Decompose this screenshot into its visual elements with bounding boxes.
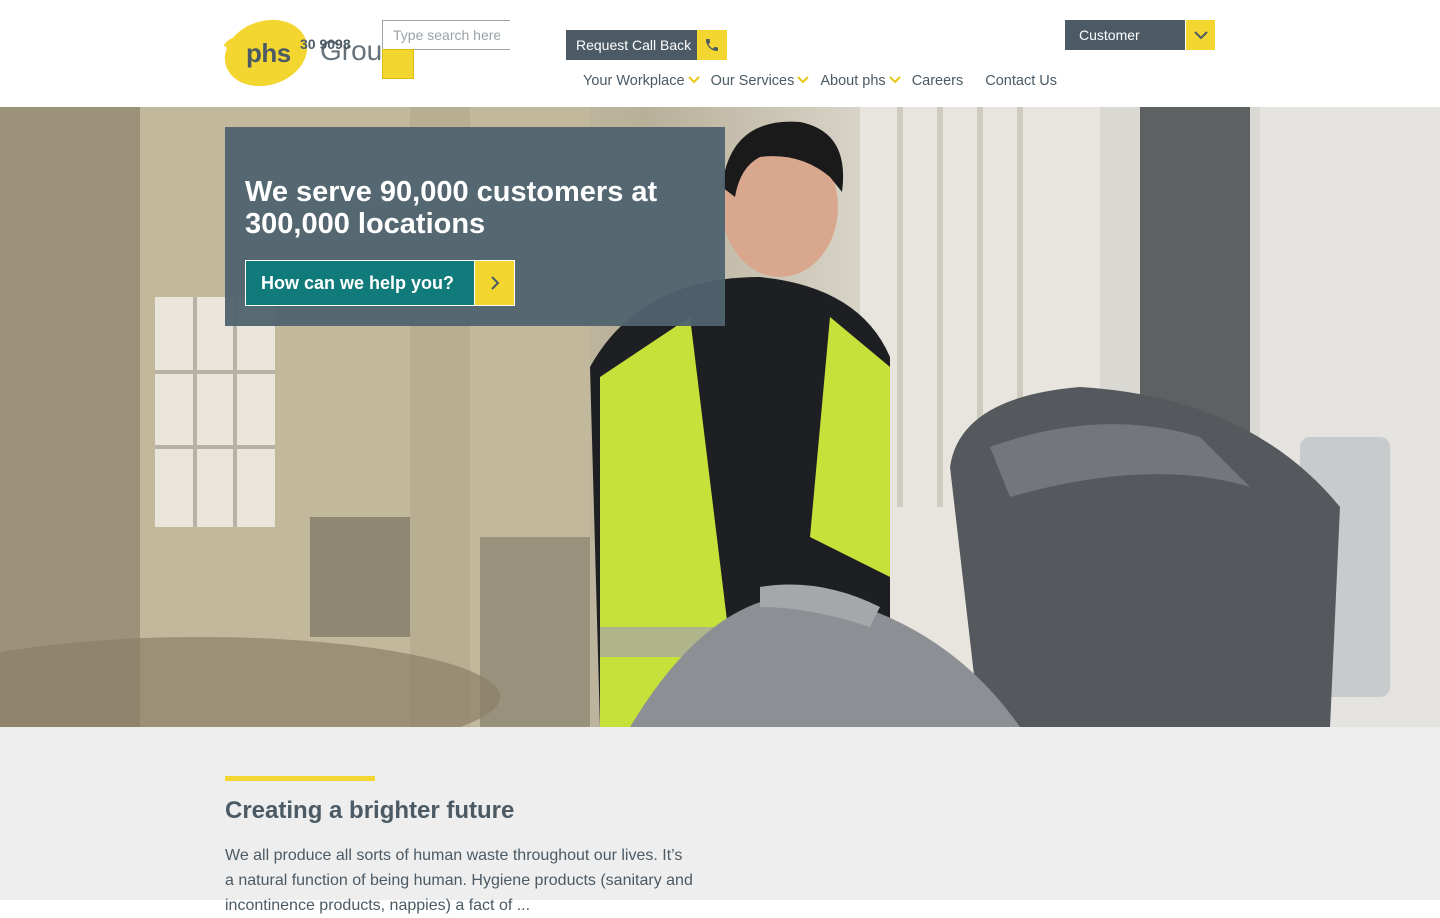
search-input[interactable] [383, 21, 510, 49]
headline-text: customers at [468, 176, 658, 208]
how-can-we-help-button[interactable]: How can we help you? [245, 260, 515, 306]
nav-item-contact-us[interactable]: Contact Us [985, 73, 1057, 89]
request-call-back-button[interactable]: Request Call Back [566, 30, 728, 60]
nav-item-label: Our Services [710, 73, 795, 89]
chevron-down-icon[interactable] [796, 73, 810, 89]
chevron-right-icon [474, 261, 514, 305]
headline-locations-count: 300,000 [245, 208, 350, 240]
section-body: We all produce all sorts of human waste … [225, 847, 693, 914]
cta-label: How can we help you? [246, 261, 474, 305]
headline-text: We serve [245, 176, 380, 208]
chevron-down-icon[interactable] [687, 73, 701, 89]
phs-logo[interactable]: phs Group [224, 19, 404, 89]
phone-number[interactable]: 30 9098 [300, 36, 351, 52]
section-title: Creating a brighter future [225, 797, 515, 824]
phone-icon [697, 30, 728, 60]
nav-item-about-phs[interactable]: About phs [820, 73, 901, 89]
site-header: phs Group 30 9098 Request Call Back Cust… [0, 0, 1440, 107]
chevron-down-icon[interactable] [888, 73, 902, 89]
nav-item-label: Contact Us [985, 73, 1057, 89]
section-accent-bar [225, 776, 375, 781]
customer-login-label: Customer Login [1065, 20, 1185, 73]
nav-item-careers[interactable]: Careers [912, 73, 964, 89]
chevron-down-icon[interactable] [1185, 20, 1215, 50]
nav-item-label: Your Workplace [583, 73, 685, 89]
nav-item-your-workplace[interactable]: Your Workplace [583, 73, 701, 89]
headline-text: locations [349, 208, 486, 240]
headline-customers-count: 90,000 [379, 176, 469, 208]
nav-item-our-services[interactable]: Our Services [711, 73, 811, 89]
nav-item-label: Careers [911, 73, 964, 89]
search-field[interactable] [382, 20, 510, 50]
logo-wordmark: phs [246, 38, 291, 68]
nav-item-label: About phs [820, 73, 886, 89]
request-call-back-label: Request Call Back [566, 30, 698, 60]
search-button[interactable] [382, 49, 414, 79]
hero-headline: We serve 90,000 customers at 300,000 loca… [245, 176, 705, 240]
content-section [0, 727, 1440, 900]
customer-login-button[interactable]: Customer Login [1065, 20, 1215, 73]
main-nav: Your Workplace Our Services About phs Ca… [583, 73, 1079, 89]
